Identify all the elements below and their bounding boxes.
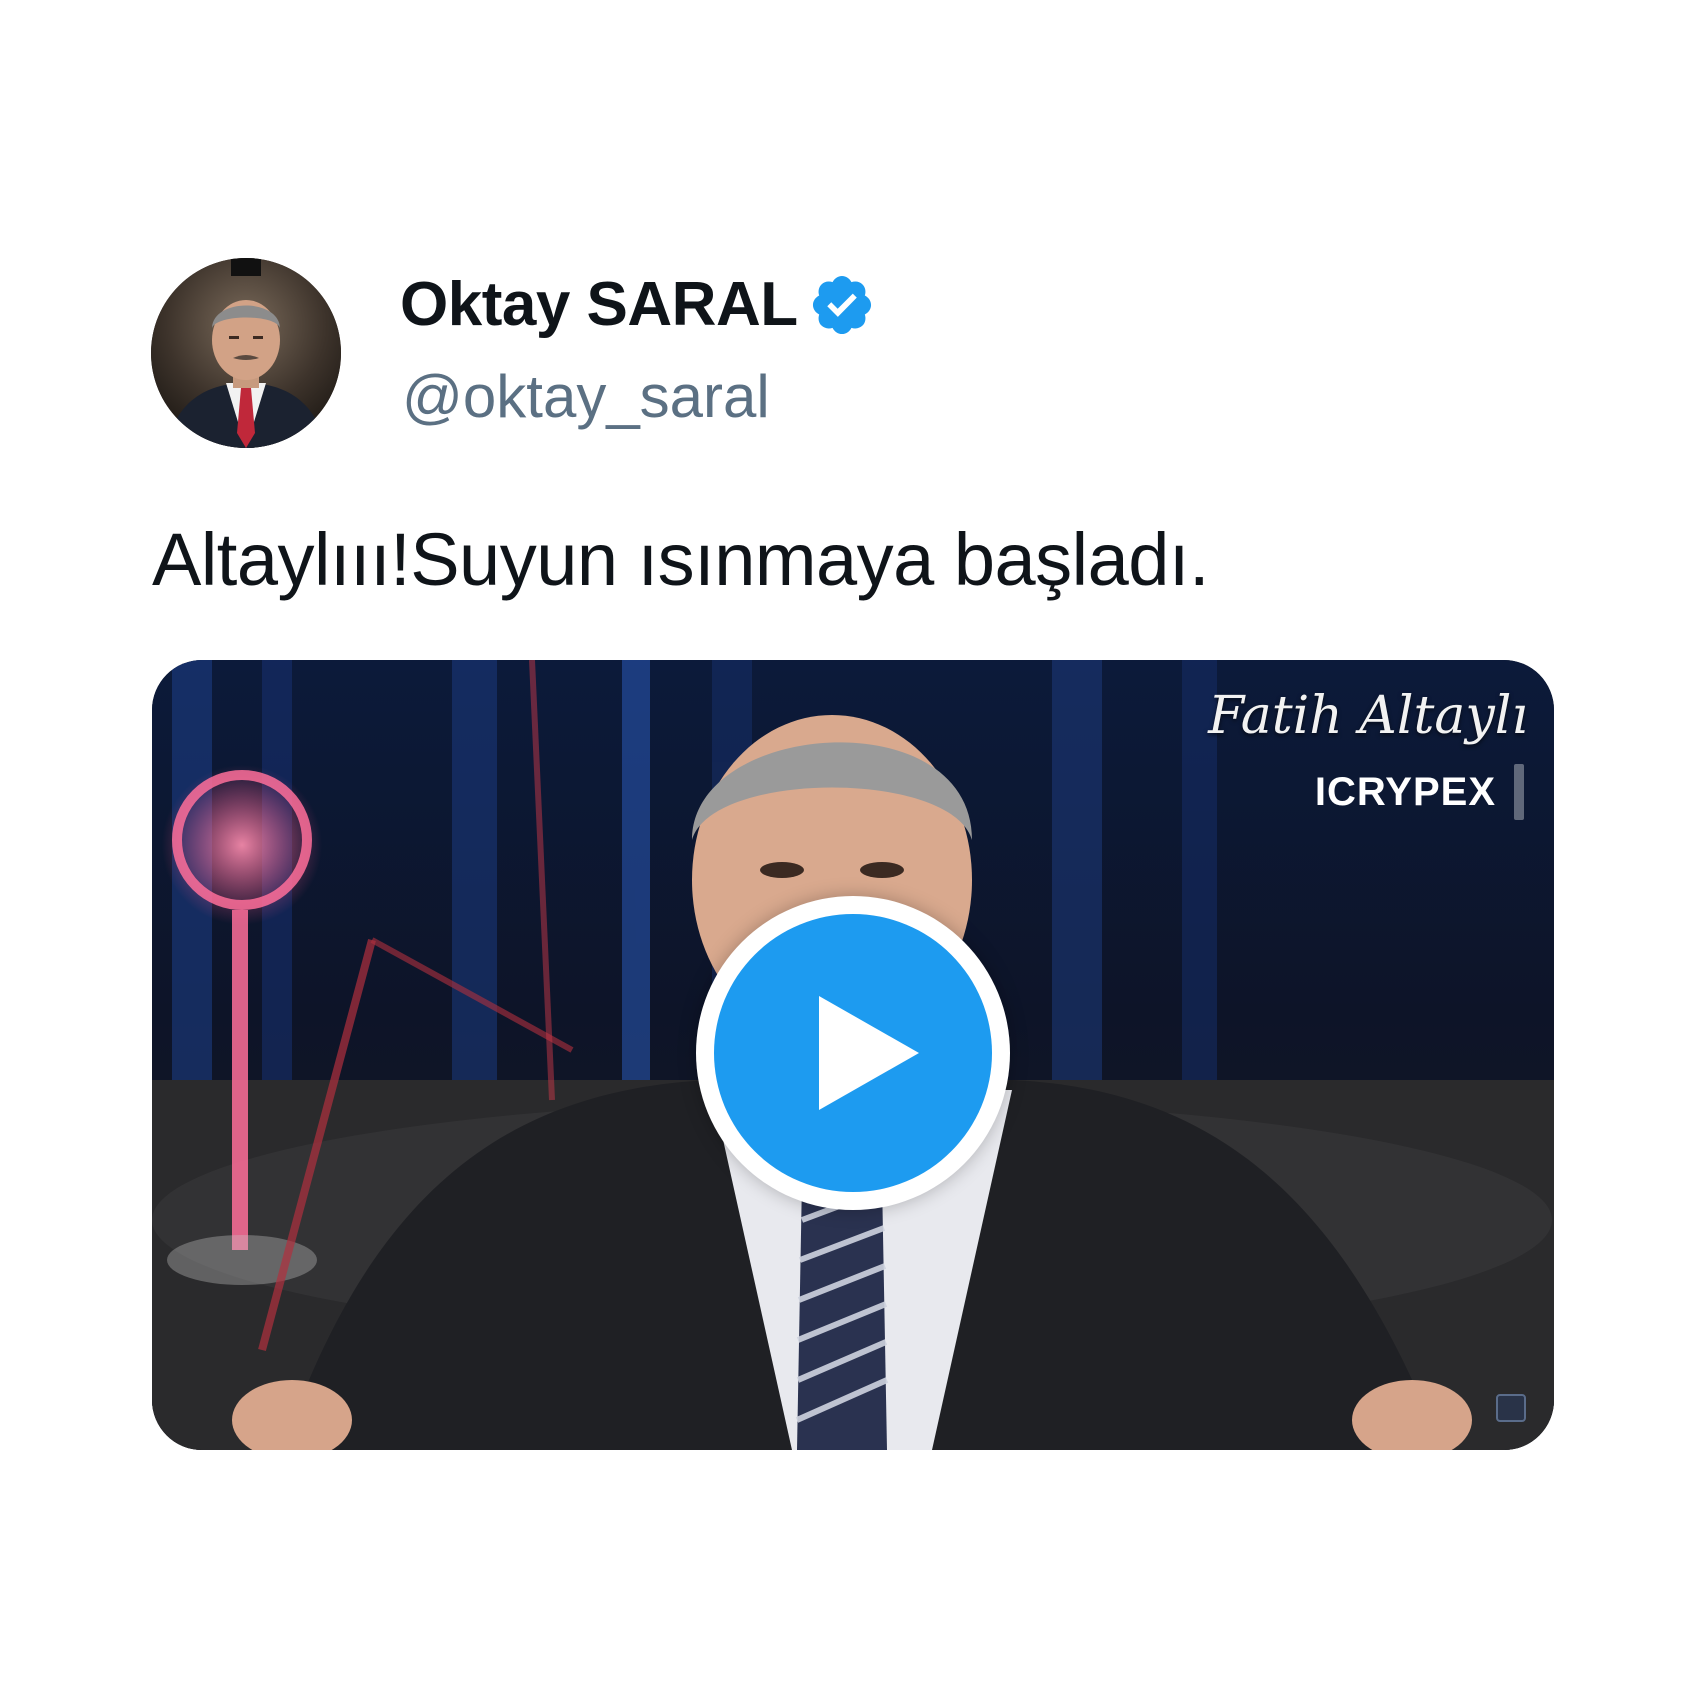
author-handle[interactable]: @oktay_saral <box>402 362 770 432</box>
avatar-image <box>151 258 341 448</box>
play-button-fill <box>714 914 992 1192</box>
play-button[interactable] <box>696 896 1010 1210</box>
author-display-name[interactable]: Oktay SARAL <box>400 270 798 340</box>
video-thumbnail[interactable]: Fatih Altaylı ICRYPEX <box>152 660 1554 1450</box>
video-overlay-brand: ICRYPEX <box>1314 770 1496 814</box>
overlay-divider <box>1514 764 1524 820</box>
author-name-row: Oktay SARAL <box>400 270 876 340</box>
channel-logo-icon <box>1496 1394 1526 1422</box>
verified-badge-icon <box>808 271 876 339</box>
avatar[interactable] <box>151 258 341 448</box>
tweet-text: Altaylııı!Suyun ısınmaya başladı. <box>152 518 1210 601</box>
video-overlay-title: Fatih Altaylı <box>1208 686 1528 746</box>
play-icon <box>714 914 992 1192</box>
tweet-card: Oktay SARAL @oktay_saral Altaylııı!Suyun… <box>0 0 1700 1700</box>
